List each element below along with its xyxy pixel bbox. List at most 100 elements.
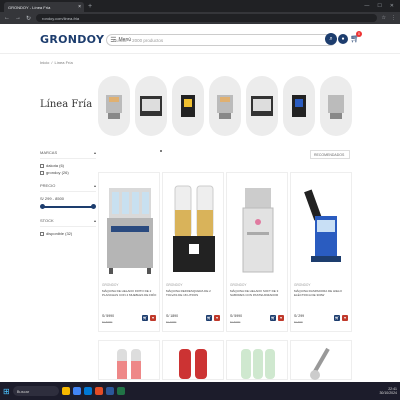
product-image[interactable] [99, 341, 159, 381]
page-title: Línea Fría [40, 99, 93, 110]
site-logo[interactable]: GRONDOY [40, 33, 104, 46]
user-account-icon[interactable]: ● [338, 34, 348, 44]
product-name[interactable]: MÁQUINA RASPADORA DE HIELO ELÉCTRICA DE … [294, 289, 350, 297]
product-image[interactable] [167, 177, 221, 282]
product-old-price: S/ 6990 [102, 320, 113, 324]
checkbox[interactable] [40, 163, 44, 168]
filter-header[interactable]: STOCK ▴ [40, 218, 96, 227]
system-tray-clock[interactable]: 22:41 30/10/2024 [379, 387, 397, 396]
product-card[interactable] [162, 340, 224, 380]
forward-icon[interactable]: → [15, 15, 21, 21]
product-image[interactable] [103, 177, 157, 282]
slider-min-handle[interactable] [40, 204, 45, 209]
url-field[interactable]: rondoy.com/linea-fria [36, 14, 377, 22]
maximize-icon[interactable]: ☐ [377, 3, 381, 9]
star-icon[interactable]: ☆ [382, 15, 386, 21]
slider-track [42, 206, 94, 208]
chrome-icon[interactable] [72, 387, 81, 395]
product-card[interactable]: GRONDOY MÁQUINA DE HELADO FRITO DE 2 PLA… [98, 172, 160, 332]
site-header: GRONDOY ☰ Menú Buscar + 2000 productos ⌕… [0, 26, 400, 54]
product-card[interactable]: GRONDOY MÁQUINA RASPADORA DE HIELO ELÉCT… [290, 172, 352, 332]
browser-tab-strip: GRONDOY - Línea Fría × + — ☐ ✕ [0, 0, 400, 12]
heart-icon[interactable]: ♥ [278, 315, 284, 321]
price-range-text: S/ 299 - 8500 [40, 196, 65, 201]
back-icon[interactable]: ← [4, 15, 10, 21]
taskbar-search[interactable]: Buscar [12, 386, 59, 396]
heart-icon[interactable]: ♥ [342, 315, 348, 321]
filter-option[interactable]: grondoy (26) [40, 170, 96, 175]
product-brand: GRONDOY [230, 283, 247, 287]
product-image[interactable] [163, 341, 223, 381]
excel-icon[interactable] [116, 387, 125, 395]
product-actions: 🛒︎ ♥ [270, 315, 284, 321]
search-icon[interactable]: ⌕ [325, 33, 337, 45]
product-image[interactable] [227, 341, 287, 381]
close-icon[interactable]: × [78, 4, 81, 10]
close-window-icon[interactable]: ✕ [390, 3, 394, 9]
product-card[interactable] [226, 340, 288, 380]
separator-dot [160, 150, 162, 152]
product-name[interactable]: MÁQUINA DE HELADO SOFT DE 3 SABORES CON … [230, 289, 286, 297]
filter-header[interactable]: MARCAS ▴ [40, 150, 96, 159]
product-price: S/ 5990 [230, 314, 243, 318]
address-bar-row: ← → ↻ rondoy.com/linea-fria ☆ ⋮ [0, 12, 400, 24]
filters-sidebar: MARCAS ▴ dakota (6) grondoy (26) PRECIO … [40, 150, 96, 244]
category-item[interactable] [135, 76, 167, 136]
breadcrumb-home[interactable]: Inicio [40, 60, 49, 65]
filter-option[interactable]: disponible (32) [40, 231, 96, 236]
reload-icon[interactable]: ↻ [26, 15, 31, 22]
minimize-icon[interactable]: — [364, 3, 369, 9]
category-item[interactable] [98, 76, 130, 136]
heart-icon[interactable]: ♥ [150, 315, 156, 321]
product-image[interactable] [295, 177, 349, 282]
sort-dropdown[interactable]: RECOMENDADOS [310, 150, 350, 159]
search-input[interactable]: Buscar + 2000 productos [106, 34, 336, 46]
add-to-cart-icon[interactable]: 🛒︎ [334, 315, 340, 321]
filter-header[interactable]: PRECIO ▴ [40, 183, 96, 192]
filter-option[interactable]: dakota (6) [40, 163, 96, 168]
product-brand: GRONDOY [166, 283, 183, 287]
chevron-up-icon[interactable]: ▴ [94, 183, 96, 188]
product-card[interactable] [98, 340, 160, 380]
checkbox[interactable] [40, 170, 44, 175]
add-to-cart-icon[interactable]: 🛒︎ [270, 315, 276, 321]
product-image[interactable] [291, 341, 351, 381]
product-card[interactable]: GRONDOY MÁQUINA DE HELADO SOFT DE 3 SABO… [226, 172, 288, 332]
product-image[interactable] [231, 177, 285, 282]
product-old-price: S/ 6990 [230, 320, 241, 324]
product-card[interactable]: GRONDOY MÁQUINA REFRESQUERA DE 2 TOLVAS … [162, 172, 224, 332]
extensions-icon[interactable]: ⋮ [391, 15, 396, 21]
app-icon[interactable] [94, 387, 103, 395]
windows-start-icon[interactable]: ⊞ [3, 387, 10, 396]
checkbox[interactable] [40, 231, 44, 236]
product-actions: 🛒︎ ♥ [142, 315, 156, 321]
slider-max-handle[interactable] [91, 204, 96, 209]
category-item[interactable] [320, 76, 352, 136]
filter-option-label: grondoy (26) [46, 170, 69, 175]
category-item[interactable] [246, 76, 278, 136]
window-controls: — ☐ ✕ [364, 3, 394, 9]
cart-count-badge: 0 [356, 31, 362, 37]
add-to-cart-icon[interactable]: 🛒︎ [206, 315, 212, 321]
windows-taskbar: ⊞ Buscar 22:41 30/10/2024 [0, 382, 400, 400]
filter-option-label: disponible (32) [46, 231, 73, 236]
product-name[interactable]: MÁQUINA DE HELADO FRITO DE 2 PLANCHAS CO… [102, 289, 158, 297]
category-item[interactable] [172, 76, 204, 136]
product-grid: GRONDOY MÁQUINA DE HELADO FRITO DE 2 PLA… [98, 172, 352, 332]
product-card[interactable] [290, 340, 352, 380]
breadcrumb-current: Línea Fría [54, 60, 73, 65]
add-to-cart-icon[interactable]: 🛒︎ [142, 315, 148, 321]
product-name[interactable]: MÁQUINA REFRESQUERA DE 2 TOLVAS DE 18 LI… [166, 289, 222, 297]
browser-tab[interactable]: GRONDOY - Línea Fría × [4, 2, 84, 12]
category-item[interactable] [209, 76, 241, 136]
chevron-up-icon[interactable]: ▴ [94, 150, 96, 155]
price-slider[interactable] [40, 204, 96, 210]
chevron-up-icon[interactable]: ▴ [94, 218, 96, 223]
heart-icon[interactable]: ♥ [214, 315, 220, 321]
category-item[interactable] [283, 76, 315, 136]
file-explorer-icon[interactable] [61, 387, 70, 395]
word-icon[interactable] [105, 387, 114, 395]
new-tab-button[interactable]: + [88, 3, 92, 10]
edge-icon[interactable] [83, 387, 92, 395]
taskbar-search-label: Buscar [16, 388, 30, 394]
